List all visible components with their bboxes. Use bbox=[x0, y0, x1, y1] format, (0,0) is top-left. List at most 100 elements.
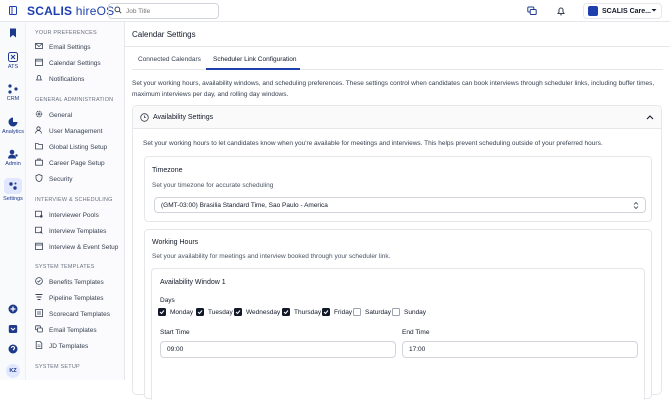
sidebar-item-interviewer-pools[interactable]: Interviewer Pools bbox=[35, 209, 121, 221]
inbox-icon[interactable] bbox=[0, 324, 26, 334]
sidebar-item-label: Pipeline Templates bbox=[49, 294, 104, 302]
clock-icon bbox=[140, 113, 149, 124]
sidebar-item-pipeline-templates[interactable]: Pipeline Templates bbox=[35, 292, 121, 304]
availability-settings-header[interactable]: Availability Settings bbox=[133, 106, 661, 129]
sidebar-item-security[interactable]: Security bbox=[35, 173, 121, 185]
availability-settings-card: Availability Settings Set your working h… bbox=[132, 105, 662, 400]
user-avatar[interactable]: KZ bbox=[6, 364, 20, 378]
sidebar-item-calendar-settings[interactable]: Calendar Settings bbox=[35, 57, 121, 69]
help-icon[interactable] bbox=[0, 344, 26, 354]
sidebar-item-interview-templates[interactable]: Interview Templates bbox=[35, 225, 121, 237]
settings-sidebar: YOUR PREFERENCES Email Settings Calendar… bbox=[26, 22, 125, 380]
intro-text: Set your working hours, availability win… bbox=[132, 80, 655, 98]
availability-settings-description: Set your working hours to let candidates… bbox=[143, 140, 603, 147]
checkbox-checked-icon bbox=[322, 308, 330, 316]
account-switcher[interactable]: SCALIS Care... bbox=[583, 3, 662, 19]
sidebar-toggle-icon[interactable] bbox=[9, 6, 17, 15]
day-checkbox-monday[interactable]: Monday bbox=[158, 308, 193, 316]
working-hours-title: Working Hours bbox=[152, 239, 199, 246]
sidebar-item-label: Career Page Setup bbox=[49, 159, 105, 167]
sidebar-item-scorecard-templates[interactable]: Scorecard Templates bbox=[35, 308, 121, 320]
rail-item-bookmarks[interactable] bbox=[0, 28, 26, 38]
rail-label: ATS bbox=[7, 64, 19, 70]
analytics-icon bbox=[0, 117, 26, 127]
sidebar-item-interview-event-setup[interactable]: Interview & Event Setup bbox=[35, 241, 121, 253]
section-header: INTERVIEW & SCHEDULING bbox=[35, 197, 113, 203]
section-header: SYSTEM TEMPLATES bbox=[35, 264, 95, 270]
sidebar-item-label: Benefits Templates bbox=[49, 278, 104, 286]
sidebar-item-general[interactable]: General bbox=[35, 109, 121, 121]
mail-icon bbox=[35, 42, 49, 52]
user-icon bbox=[35, 126, 49, 136]
day-checkbox-tuesday[interactable]: Tuesday bbox=[196, 308, 233, 316]
gear-icon bbox=[35, 110, 49, 120]
start-time-label: Start Time bbox=[160, 329, 190, 336]
select-updown-icon bbox=[633, 201, 639, 212]
sidebar-item-user-management[interactable]: User Management bbox=[35, 125, 121, 137]
sidebar-item-label: Security bbox=[49, 175, 73, 183]
messages-icon[interactable] bbox=[527, 6, 537, 16]
document-icon bbox=[35, 341, 49, 351]
search-input[interactable] bbox=[126, 7, 216, 15]
folder-icon bbox=[35, 142, 49, 152]
sidebar-item-career-page-setup[interactable]: Career Page Setup bbox=[35, 157, 121, 169]
end-time-label: End Time bbox=[402, 329, 430, 336]
search-box[interactable] bbox=[108, 3, 219, 19]
checkbox-checked-icon bbox=[196, 308, 204, 316]
day-checkbox-friday[interactable]: Friday bbox=[322, 308, 352, 316]
rail-item-ats[interactable]: ATS bbox=[0, 52, 26, 70]
calendar-icon bbox=[35, 58, 49, 68]
top-bar: SCALIS hireOS SCALIS Care... bbox=[0, 0, 670, 22]
tab-scheduler-link-configuration[interactable]: Scheduler Link Configuration bbox=[213, 56, 296, 63]
sidebar-item-notifications[interactable]: Notifications bbox=[35, 73, 121, 85]
search-icon bbox=[114, 6, 122, 16]
checkbox-checked-icon bbox=[158, 308, 166, 316]
day-label: Tuesday bbox=[208, 308, 233, 316]
availability-window: Availability Window 1 Days Start Time En… bbox=[151, 268, 645, 400]
main-content: Calendar Settings Connected Calendars Sc… bbox=[125, 22, 670, 400]
sidebar-item-label: JD Templates bbox=[49, 342, 89, 350]
app-logo[interactable]: SCALIS hireOS bbox=[27, 4, 114, 18]
sidebar-item-label: Scorecard Templates bbox=[49, 310, 110, 318]
section-header: GENERAL ADMINISTRATION bbox=[35, 97, 114, 103]
days-label: Days bbox=[160, 297, 175, 304]
day-label: Saturday bbox=[365, 308, 392, 316]
template-icon bbox=[35, 226, 49, 236]
start-time-value: 09:00 bbox=[167, 346, 184, 353]
sidebar-item-label: Email Settings bbox=[49, 43, 91, 51]
rail-item-crm[interactable]: CRM bbox=[0, 84, 26, 102]
day-checkbox-thursday[interactable]: Thursday bbox=[282, 308, 321, 316]
rail-item-settings[interactable]: Settings bbox=[0, 178, 26, 202]
tab-connected-calendars[interactable]: Connected Calendars bbox=[138, 56, 201, 63]
admin-icon bbox=[0, 149, 26, 159]
day-checkbox-wednesday[interactable]: Wednesday bbox=[234, 308, 280, 316]
start-time-input[interactable]: 09:00 bbox=[160, 341, 396, 358]
bell-icon[interactable] bbox=[556, 6, 566, 16]
add-icon[interactable] bbox=[0, 304, 26, 314]
rail-item-admin[interactable]: Admin bbox=[0, 149, 26, 167]
rail-item-analytics[interactable]: Analytics bbox=[0, 117, 26, 135]
sidebar-item-benefits-templates[interactable]: Benefits Templates bbox=[35, 276, 121, 288]
day-checkbox-saturday[interactable]: Saturday bbox=[353, 308, 391, 316]
end-time-value: 17:00 bbox=[409, 346, 426, 353]
checkbox-unchecked-icon bbox=[392, 308, 400, 316]
rail-label: CRM bbox=[6, 96, 20, 102]
sidebar-item-email-templates[interactable]: Email Templates bbox=[35, 324, 121, 336]
chevron-up-icon[interactable] bbox=[646, 114, 654, 122]
icon-rail: ATS CRM Analytics Admin Settings bbox=[0, 22, 26, 380]
sidebar-item-global-listing-setup[interactable]: Global Listing Setup bbox=[35, 141, 121, 153]
scorecard-icon bbox=[35, 309, 49, 319]
sidebar-item-jd-templates[interactable]: JD Templates bbox=[35, 340, 121, 352]
sidebar-item-label: Interview & Event Setup bbox=[49, 243, 119, 251]
timezone-select[interactable]: (GMT-03:00) Brasilia Standard Time, Sao … bbox=[154, 197, 646, 213]
pipeline-icon bbox=[35, 293, 49, 303]
day-checkbox-sunday[interactable]: Sunday bbox=[392, 308, 426, 316]
sidebar-item-label: Global Listing Setup bbox=[49, 143, 108, 151]
end-time-input[interactable]: 17:00 bbox=[402, 341, 638, 358]
checkbox-checked-icon bbox=[282, 308, 290, 316]
check-circle-icon bbox=[35, 277, 49, 287]
chat-icon bbox=[35, 325, 49, 335]
checkbox-unchecked-icon bbox=[353, 308, 361, 316]
working-hours-description: Set your availability for meetings and i… bbox=[152, 253, 391, 260]
sidebar-item-email-settings[interactable]: Email Settings bbox=[35, 41, 121, 53]
